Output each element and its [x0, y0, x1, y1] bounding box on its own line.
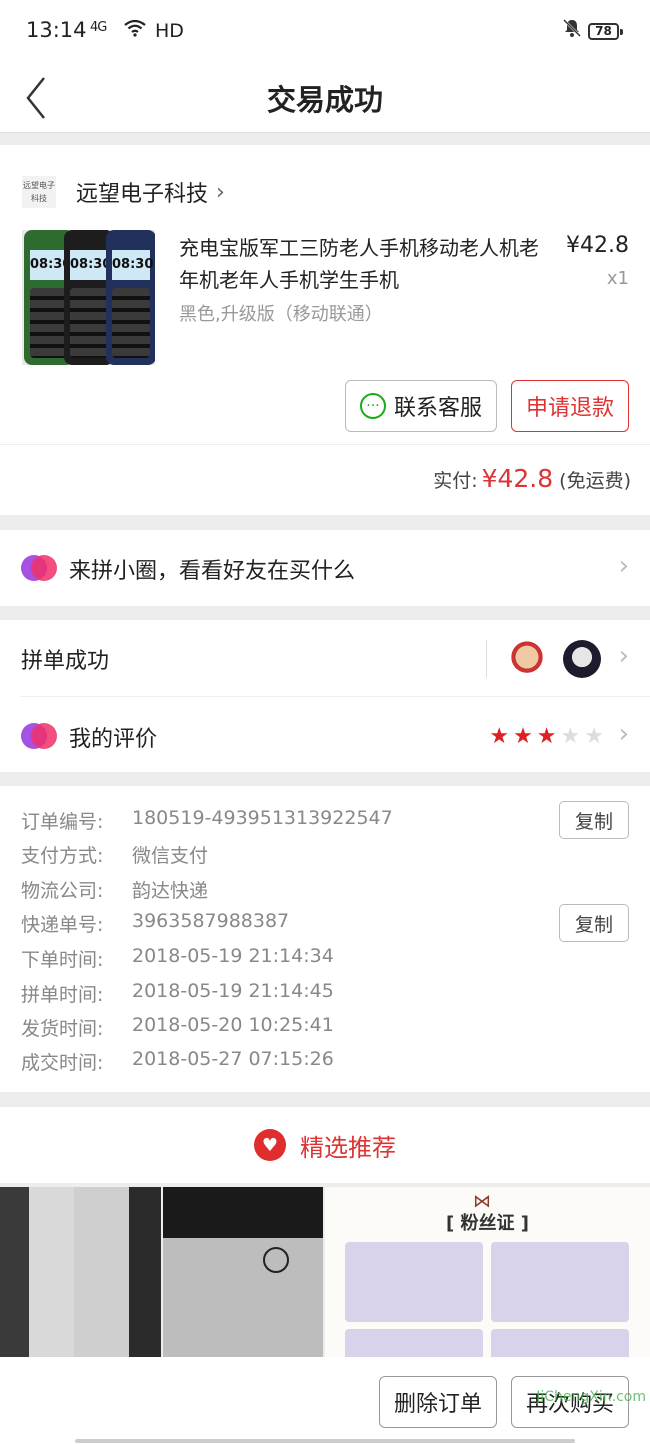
chevron-right-icon: ›: [618, 641, 629, 671]
cert-card: [345, 1329, 483, 1357]
cert-card: [491, 1242, 629, 1322]
shop-logo: 远望电子科技: [22, 176, 56, 208]
info-label: 成交时间:: [21, 1052, 104, 1074]
signal-icon: 4G: [90, 20, 107, 35]
order-time-row: 下单时间: 2018-05-19 21:14:34: [21, 945, 334, 972]
hd-indicator: HD: [155, 20, 184, 42]
shop-name: 远望电子科技: [76, 182, 209, 207]
info-label: 拼单时间:: [21, 984, 104, 1006]
product-price: ¥42.8: [566, 233, 629, 258]
group-time-row: 拼单时间: 2018-05-19 21:14:45: [21, 980, 334, 1007]
paid-note: (免运费): [559, 470, 631, 492]
cert-card: [345, 1242, 483, 1322]
divider: [0, 444, 650, 445]
phone-keypad: [70, 288, 108, 358]
phone-blue: 08:30: [106, 230, 155, 365]
status-bar: 13:14 4G HD 78: [0, 0, 650, 64]
phone-screen: 08:30: [112, 250, 153, 280]
nav-bar: 交易成功: [0, 64, 650, 133]
star-badge-icon: [263, 1247, 289, 1273]
home-indicator[interactable]: [75, 1439, 575, 1443]
phone-screen: 08:30: [70, 250, 111, 280]
battery-icon: 78: [588, 23, 623, 40]
group-time-value: 2018-05-19 21:14:45: [132, 980, 334, 1002]
info-label: 快递单号:: [21, 914, 104, 936]
star-empty-icon: ★: [584, 724, 604, 749]
wifi-icon: [124, 18, 146, 42]
contact-service-button[interactable]: ··· 联系客服: [345, 380, 497, 432]
avatar[interactable]: [563, 640, 601, 678]
recommend-title: 精选推荐: [300, 1133, 396, 1162]
star-icon: ★: [536, 724, 557, 749]
payment-method-row: 支付方式: 微信支付: [21, 841, 208, 868]
contact-service-label: 联系客服: [393, 396, 482, 421]
star-rating: ★ ★ ★ ★ ★: [489, 724, 604, 749]
recommend-product-image[interactable]: [0, 1187, 161, 1357]
avatar[interactable]: [508, 640, 546, 678]
tracking-number-row: 快递单号: 3963587988387: [21, 910, 289, 937]
product-image[interactable]: 08:30 08:30 08:30: [22, 230, 155, 365]
divider: [486, 640, 487, 678]
ship-time-value: 2018-05-20 10:25:41: [132, 1014, 334, 1036]
shop-row[interactable]: 远望电子科技 远望电子科技 ›: [22, 176, 225, 208]
info-label: 支付方式:: [21, 845, 104, 867]
recommend-product-image[interactable]: ⋈ [ 粉丝证 ]: [325, 1187, 650, 1357]
paid-amount: ¥42.8: [481, 464, 554, 493]
review-logo-icon: [21, 723, 57, 749]
order-number-value: 180519-493951313922547: [132, 807, 393, 829]
chat-icon: ···: [359, 393, 386, 419]
phone-keypad: [112, 288, 150, 358]
phone-keypad: [30, 288, 68, 358]
copy-order-number-button[interactable]: 复制: [559, 801, 629, 839]
bottom-action-bar: 删除订单 再次购买 JiChengXin.com: [0, 1357, 650, 1444]
page-title: 交易成功: [266, 83, 383, 117]
logistics-company-row: 物流公司: 韵达快递: [21, 876, 208, 903]
recommend-header: ♥ 精选推荐: [0, 1107, 650, 1183]
info-label: 物流公司:: [21, 880, 104, 902]
star-icon: ★: [513, 724, 533, 749]
product-title[interactable]: 充电宝版军工三防老人手机移动老人机老年机老年人手机学生手机: [179, 232, 549, 296]
delete-order-button[interactable]: 删除订单: [379, 1376, 497, 1428]
paid-row: 实付: ¥42.8 (免运费): [433, 464, 631, 493]
info-label: 下单时间:: [21, 949, 104, 971]
watermark: JiChengXin.com: [536, 1389, 646, 1405]
divider: [21, 696, 650, 697]
star-icon: ★: [489, 724, 510, 749]
tracking-number-value: 3963587988387: [132, 910, 290, 932]
info-label: 订单编号:: [21, 811, 104, 833]
bell-muted-icon: [562, 18, 582, 43]
ship-time-row: 发货时间: 2018-05-20 10:25:41: [21, 1014, 334, 1041]
heart-icon: ♥: [254, 1129, 286, 1161]
cert-title: [ 粉丝证 ]: [446, 1213, 529, 1234]
circle-logo-icon: [21, 555, 57, 581]
chevron-right-icon: ›: [618, 719, 629, 749]
review-label[interactable]: 我的评价: [69, 721, 157, 753]
refund-button[interactable]: 申请退款: [511, 380, 629, 432]
logistics-company-value: 韵达快递: [132, 880, 209, 902]
cert-card: [491, 1329, 629, 1357]
group-success-label[interactable]: 拼单成功: [21, 643, 109, 675]
copy-tracking-number-button[interactable]: 复制: [559, 904, 629, 942]
deal-time-row: 成交时间: 2018-05-27 07:15:26: [21, 1048, 334, 1075]
order-time-value: 2018-05-19 21:14:34: [132, 945, 334, 967]
payment-method-value: 微信支付: [132, 845, 209, 867]
circle-label: 来拼小圈，看看好友在买什么: [69, 559, 356, 584]
product-quantity: x1: [606, 268, 629, 289]
phone-screen: 08:30: [30, 250, 71, 280]
recommend-product-image[interactable]: [163, 1187, 323, 1357]
status-time: 13:14: [26, 18, 87, 42]
chevron-right-icon: ›: [618, 551, 629, 581]
info-label: 发货时间:: [21, 1018, 104, 1040]
paid-label: 实付:: [433, 470, 478, 492]
product-spec: 黑色,升级版（移动联通）: [179, 304, 383, 325]
deal-time-value: 2018-05-27 07:15:26: [132, 1048, 334, 1070]
chevron-right-icon: ›: [216, 179, 225, 205]
order-number-row: 订单编号: 180519-493951313922547: [21, 807, 393, 834]
star-empty-icon: ★: [560, 724, 581, 749]
